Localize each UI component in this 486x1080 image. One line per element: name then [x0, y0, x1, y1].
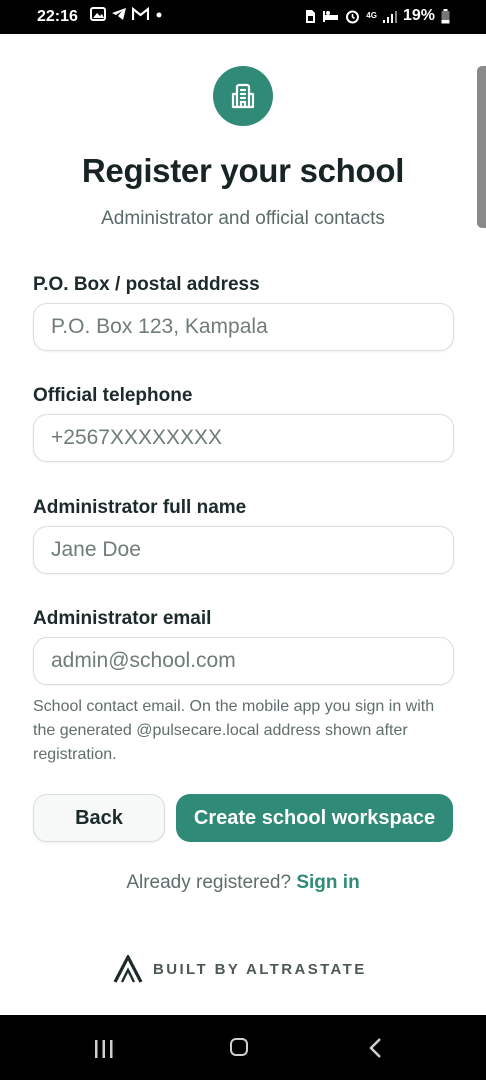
school-logo: [213, 66, 273, 126]
built-by-text: BUILT BY ALTRASTATE: [153, 960, 367, 978]
status-time: 22:16: [37, 8, 78, 25]
postal-address-input[interactable]: [34, 304, 453, 350]
home-icon[interactable]: [230, 1038, 248, 1056]
postal-address-label: P.O. Box / postal address: [33, 274, 260, 295]
navigation-bar: [0, 1015, 486, 1080]
email-hint-text: School contact email. On the mobile app …: [33, 698, 435, 763]
system-status-icons: 4G 19%: [305, 7, 450, 25]
scrollbar[interactable]: [477, 66, 486, 228]
already-registered-text: Already registered?: [126, 872, 292, 893]
admin-email-label: Administrator email: [33, 608, 212, 629]
telephone-label: Official telephone: [33, 385, 193, 406]
signal-icon: [382, 10, 397, 23]
alarm-icon: [346, 10, 360, 23]
admin-email-input[interactable]: [34, 638, 453, 684]
notification-icons: [90, 7, 164, 21]
gmail-icon: [132, 7, 149, 20]
status-bar: 22:16 4G 19%: [0, 0, 486, 34]
telephone-field[interactable]: [33, 414, 454, 462]
altrastate-logo-icon: [113, 955, 143, 983]
create-workspace-button[interactable]: Create school workspace: [176, 794, 453, 842]
recent-apps-icon[interactable]: [93, 1039, 115, 1059]
admin-name-label: Administrator full name: [33, 497, 247, 518]
admin-name-field[interactable]: [33, 526, 454, 574]
battery-percent: 19%: [402, 7, 435, 24]
school-building-icon: [231, 83, 255, 109]
built-by-footer: BUILT BY ALTRASTATE: [113, 955, 367, 983]
page-title: Register your school: [81, 152, 405, 189]
sign-in-link[interactable]: Sign in: [296, 872, 359, 893]
telephone-input[interactable]: [34, 415, 453, 461]
battery-icon: [441, 8, 450, 23]
more-notifications-icon: [156, 12, 162, 18]
back-button[interactable]: Back: [33, 794, 165, 842]
sim-icon: [306, 9, 316, 23]
already-registered-row: Already registered? Sign in: [0, 872, 486, 894]
admin-email-field[interactable]: [33, 637, 454, 685]
network-type: 4G: [366, 11, 377, 20]
admin-name-input[interactable]: [34, 527, 453, 573]
gallery-icon: [90, 7, 106, 21]
back-nav-icon[interactable]: [368, 1037, 382, 1059]
telegram-icon: [112, 8, 126, 20]
page-subtitle: Administrator and official contacts: [101, 208, 385, 229]
sleep-icon: [323, 11, 339, 22]
postal-address-field[interactable]: [33, 303, 454, 351]
